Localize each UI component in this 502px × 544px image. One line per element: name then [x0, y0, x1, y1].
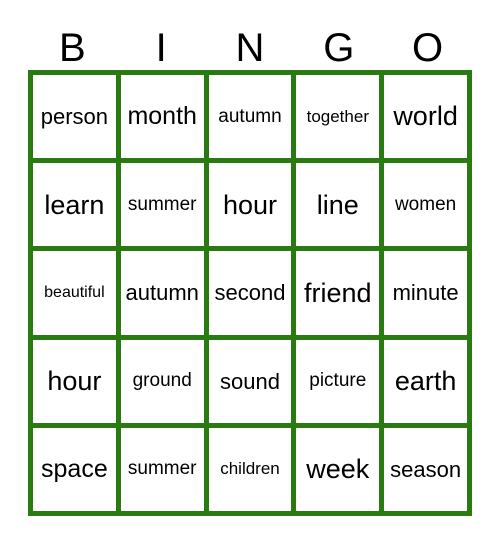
bingo-cell-word: women: [394, 193, 457, 215]
bingo-cell[interactable]: line: [291, 163, 380, 247]
bingo-cell-word: friend: [304, 277, 372, 308]
bingo-cell[interactable]: picture: [291, 339, 380, 423]
bingo-cell-word: hour: [222, 189, 278, 220]
bingo-cell[interactable]: month: [115, 75, 204, 159]
bingo-cell[interactable]: minute: [379, 251, 467, 335]
bingo-cell-word: children: [220, 459, 280, 479]
bingo-cell-word: beautiful: [44, 283, 105, 301]
bingo-cell-word: together: [306, 106, 369, 126]
bingo-header-letter-g: G: [323, 26, 355, 70]
bingo-row: learn summer hour line women: [33, 158, 467, 247]
bingo-cell-word: sound: [220, 368, 280, 394]
bingo-cell[interactable]: together: [291, 75, 380, 159]
bingo-cell[interactable]: earth: [379, 339, 467, 423]
bingo-cell-word: person: [40, 104, 109, 130]
bingo-cell[interactable]: children: [203, 427, 292, 512]
bingo-cell-word: ground: [132, 370, 192, 392]
bingo-cell[interactable]: week: [291, 427, 380, 512]
bingo-cell[interactable]: women: [379, 163, 467, 247]
bingo-cell-word: summer: [127, 193, 197, 215]
bingo-cell-word: summer: [127, 458, 197, 480]
bingo-header-letter-o: O: [412, 26, 444, 70]
bingo-cell[interactable]: sound: [203, 339, 292, 423]
bingo-row: person month autumn together world: [33, 75, 467, 159]
bingo-cell-word: learn: [44, 189, 105, 220]
bingo-cell[interactable]: person: [33, 75, 116, 159]
bingo-cell-word: world: [393, 101, 458, 132]
bingo-cell-word: space: [41, 455, 108, 484]
bingo-header-row: B I N G O: [28, 14, 472, 70]
bingo-cell-word: hour: [47, 366, 102, 397]
bingo-cell[interactable]: hour: [203, 163, 292, 247]
bingo-cell[interactable]: learn: [33, 163, 116, 247]
bingo-card: B I N G O person month autumn together w…: [0, 0, 502, 544]
bingo-row: space summer children week season: [33, 422, 467, 512]
bingo-cell[interactable]: beautiful: [33, 251, 116, 335]
bingo-header-letter-i: I: [155, 26, 167, 70]
bingo-cell[interactable]: space: [33, 427, 116, 512]
bingo-cell[interactable]: autumn: [203, 75, 292, 159]
bingo-cell-word: line: [316, 189, 359, 220]
bingo-cell-word: minute: [392, 280, 459, 306]
bingo-cell-word: second: [214, 280, 286, 306]
bingo-header-letter-b: B: [59, 26, 86, 70]
bingo-cell[interactable]: hour: [33, 339, 116, 423]
bingo-cell[interactable]: friend: [291, 251, 380, 335]
bingo-grid: person month autumn together world learn…: [28, 70, 472, 516]
bingo-cell[interactable]: autumn: [115, 251, 204, 335]
bingo-cell-word: autumn: [218, 105, 282, 127]
bingo-cell-word: autumn: [125, 280, 199, 306]
bingo-cell-word: week: [306, 454, 370, 485]
bingo-cell[interactable]: summer: [115, 163, 204, 247]
bingo-cell[interactable]: ground: [115, 339, 204, 423]
bingo-cell[interactable]: world: [379, 75, 467, 159]
bingo-cell[interactable]: season: [379, 427, 467, 512]
bingo-cell[interactable]: second: [203, 251, 292, 335]
bingo-row: beautiful autumn second friend minute: [33, 246, 467, 335]
bingo-cell[interactable]: summer: [115, 427, 204, 512]
bingo-cell-word: season: [390, 456, 462, 482]
bingo-cell-word: month: [127, 102, 197, 131]
bingo-cell-word: earth: [394, 366, 457, 397]
bingo-header-letter-n: N: [235, 26, 265, 70]
bingo-row: hour ground sound picture earth: [33, 334, 467, 423]
bingo-cell-word: picture: [309, 370, 367, 392]
